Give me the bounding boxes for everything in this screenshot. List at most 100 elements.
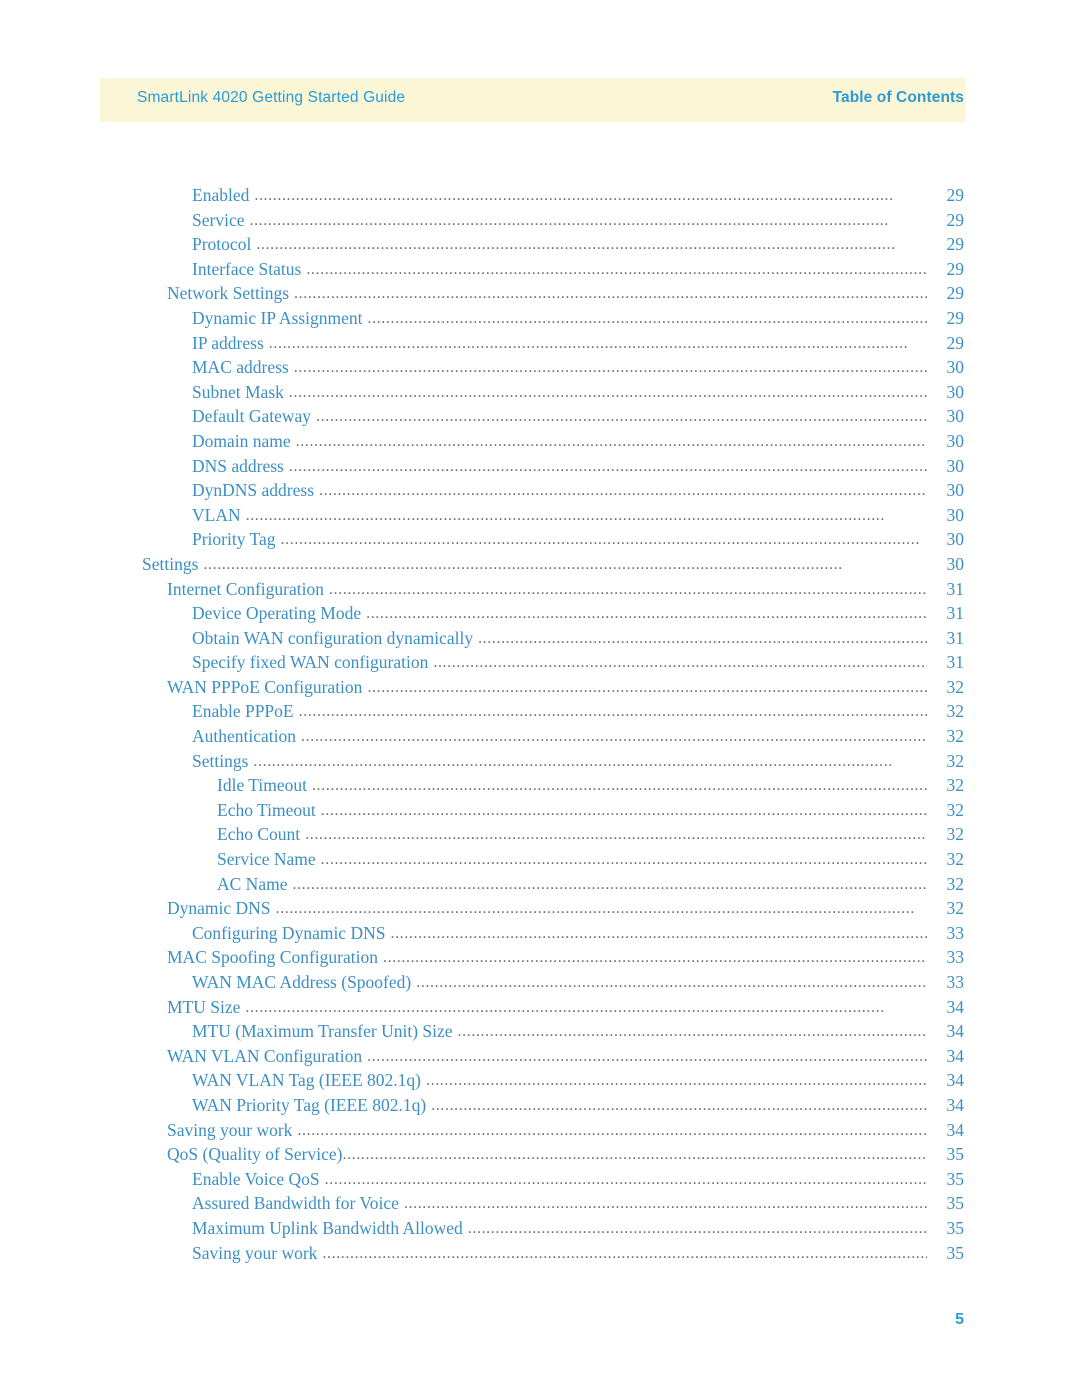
toc-entry-page: 35 [946,1144,965,1165]
toc-leader-dots: ........................................… [382,949,927,967]
toc-entry-label: Domain name [192,430,291,451]
toc-entry-label: Idle Timeout [217,775,307,796]
toc-entry[interactable]: Priority Tag............................… [0,529,1080,554]
toc-entry[interactable]: Saving your work........................… [0,1243,1080,1268]
toc-leader-dots: ........................................… [367,309,927,327]
toc-entry-label: MAC address [192,357,289,378]
toc-entry-label: Network Settings [167,283,290,304]
toc-entry-label: Obtain WAN configuration dynamically [192,627,474,648]
toc-entry-label: Dynamic DNS [167,898,271,919]
toc-entry[interactable]: AC Name.................................… [0,874,1080,899]
toc-entry[interactable]: Saving your work........................… [0,1120,1080,1145]
toc-leader-dots: ........................................… [478,629,927,647]
toc-entry[interactable]: WAN MAC Address (Spoofed)...............… [0,972,1080,997]
toc-entry-page: 30 [946,504,965,525]
toc-entry[interactable]: DNS address.............................… [0,456,1080,481]
toc-entry-page: 32 [946,726,965,747]
toc-entry-label: Service [192,209,245,230]
toc-entry[interactable]: MAC Spoofing Configuration..............… [0,947,1080,972]
toc-entry[interactable]: Authentication..........................… [0,726,1080,751]
toc-leader-dots: ........................................… [268,334,909,352]
toc-entry-page: 32 [946,849,965,870]
toc-entry[interactable]: Interface Status........................… [0,259,1080,284]
toc-entry[interactable]: Enabled.................................… [0,185,1080,210]
toc-entry[interactable]: Settings................................… [0,554,1080,579]
toc-leader-dots: ........................................… [467,1219,927,1237]
toc-entry[interactable]: Service Name............................… [0,849,1080,874]
toc-entry[interactable]: WAN VLAN Tag (IEEE 802.1q)..............… [0,1070,1080,1095]
toc-entry[interactable]: Domain name.............................… [0,431,1080,456]
toc-leader-dots: ........................................… [320,801,927,819]
toc-entry[interactable]: MTU Size................................… [0,997,1080,1022]
toc-entry-page: 30 [946,381,965,402]
toc-leader-dots: ........................................… [288,383,927,401]
toc-leader-dots: ........................................… [298,703,927,721]
toc-leader-dots: ........................................… [256,236,896,254]
toc-entry[interactable]: MTU (Maximum Transfer Unit) Size........… [0,1021,1080,1046]
toc-entry[interactable]: Dynamic DNS.............................… [0,898,1080,923]
toc-entry-label: Saving your work [192,1242,318,1263]
toc-entry[interactable]: Obtain WAN configuration dynamically....… [0,628,1080,653]
toc-entry-label: WAN VLAN Tag (IEEE 802.1q) [192,1070,421,1091]
toc-entry[interactable]: Idle Timeout............................… [0,775,1080,800]
toc-entry[interactable]: Device Operating Mode...................… [0,603,1080,628]
toc-entry-page: 33 [946,947,965,968]
toc-leader-dots: ........................................… [328,580,927,598]
toc-entry[interactable]: MAC address.............................… [0,357,1080,382]
toc-entry-label: IP address [192,332,264,353]
toc-entry[interactable]: WAN PPPoE Configuration.................… [0,677,1080,702]
toc-entry-page: 31 [946,578,965,599]
toc-leader-dots: ........................................… [306,260,927,278]
toc-leader-dots: ........................................… [305,826,927,844]
toc-entry[interactable]: Configuring Dynamic DNS.................… [0,923,1080,948]
toc-entry-label: Echo Count [217,824,301,845]
toc-entry[interactable]: WAN Priority Tag (IEEE 802.1q)..........… [0,1095,1080,1120]
toc-entry[interactable]: Internet Configuration..................… [0,579,1080,604]
toc-leader-dots: ........................................… [403,1195,927,1213]
toc-entry[interactable]: Enable PPPoE............................… [0,701,1080,726]
toc-entry-label: MTU Size [167,996,241,1017]
toc-entry-label: Internet Configuration [167,578,324,599]
toc-leader-dots: ........................................… [297,1121,927,1139]
toc-entry[interactable]: Enable Voice QoS........................… [0,1169,1080,1194]
toc-entry[interactable]: Default Gateway.........................… [0,406,1080,431]
toc-entry-label: Enable PPPoE [192,701,294,722]
toc-entry-page: 29 [946,258,965,279]
toc-entry[interactable]: Specify fixed WAN configuration.........… [0,652,1080,677]
toc-entry-page: 30 [946,480,965,501]
toc-entry-page: 29 [946,234,965,255]
toc-entry[interactable]: Echo Timeout............................… [0,800,1080,825]
toc-entry[interactable]: Protocol................................… [0,234,1080,259]
toc-entry-page: 34 [946,1119,965,1140]
toc-entry-page: 31 [946,603,965,624]
toc-entry-page: 29 [946,307,965,328]
toc-entry[interactable]: Maximum Uplink Bandwidth Allowed........… [0,1218,1080,1243]
toc-entry[interactable]: Network Settings........................… [0,283,1080,308]
toc-entry-label: MAC Spoofing Configuration [167,947,378,968]
toc-entry[interactable]: Subnet Mask.............................… [0,382,1080,407]
toc-entry[interactable]: Assured Bandwidth for Voice.............… [0,1193,1080,1218]
toc-entry[interactable]: Settings................................… [0,751,1080,776]
toc-leader-dots: ........................................… [311,777,927,795]
document-title: SmartLink 4020 Getting Started Guide [137,89,406,106]
toc-entry-page: 32 [946,775,965,796]
toc-leader-dots: ........................................… [367,1047,927,1065]
toc-entry-page: 34 [946,1094,965,1115]
toc-entry-label: Enable Voice QoS [192,1168,320,1189]
toc-entry-label: Authentication [192,726,297,747]
toc-leader-dots: ........................................… [301,728,927,746]
toc-entry-label: Maximum Uplink Bandwidth Allowed [192,1217,463,1238]
toc-leader-dots: ........................................… [457,1023,927,1041]
toc-entry[interactable]: QoS (Quality of Service)................… [0,1144,1080,1169]
toc-leader-dots: ........................................… [426,1072,927,1090]
toc-entry[interactable]: WAN VLAN Configuration..................… [0,1046,1080,1071]
toc-entry[interactable]: Echo Count..............................… [0,824,1080,849]
toc-entry-page: 31 [946,627,965,648]
toc-entry[interactable]: IP address..............................… [0,333,1080,358]
toc-entry-page: 32 [946,676,965,697]
toc-entry[interactable]: VLAN....................................… [0,505,1080,530]
toc-leader-dots: ........................................… [245,998,885,1016]
toc-entry[interactable]: DynDNS address..........................… [0,480,1080,505]
toc-entry[interactable]: Dynamic IP Assignment...................… [0,308,1080,333]
toc-entry[interactable]: Service.................................… [0,210,1080,235]
